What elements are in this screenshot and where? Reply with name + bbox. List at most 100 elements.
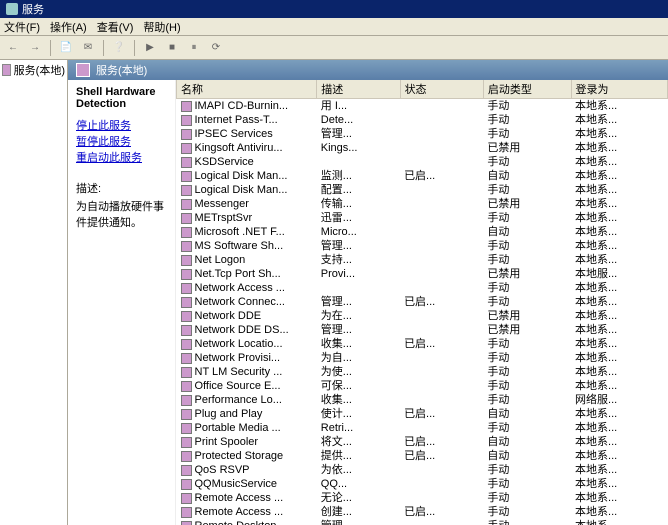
detail-panel: Shell Hardware Detection 停止此服务 暂停此服务 重启动… [68,80,176,525]
pause-icon[interactable]: ⏸ [185,39,203,57]
table-row[interactable]: Network DDE DS...管理...已禁用本地系... [177,323,668,337]
gear-icon [181,213,192,224]
gear-icon [181,493,192,504]
table-row[interactable]: IPSEC Services管理...手动本地系... [177,127,668,141]
table-row[interactable]: Portable Media ...Retri...手动本地系... [177,421,668,435]
service-list[interactable]: 名称 描述 状态 启动类型 登录为 IMAPI CD-Burnin...用 I.… [176,80,668,525]
restart-icon[interactable]: ⟳ [207,39,225,57]
gear-icon [181,171,192,182]
table-row[interactable]: Performance Lo...收集...手动网络服... [177,393,668,407]
table-row[interactable]: Remote Access ...创建...已启...手动本地系... [177,505,668,519]
table-row[interactable]: Logical Disk Man...配置...手动本地系... [177,183,668,197]
table-row[interactable]: Logical Disk Man...监测...已启...自动本地系... [177,169,668,183]
menu-action[interactable]: 操作(A) [50,19,87,35]
panel-title: 服务(本地) [96,62,147,78]
toolbar: ← → 📄 ✉ ❔ ▶ ■ ⏸ ⟳ [0,36,668,60]
col-logon[interactable]: 登录为 [571,80,667,99]
table-row[interactable]: Print Spooler将文...已启...自动本地系... [177,435,668,449]
tree-root-label: 服务(本地) [14,62,65,78]
table-row[interactable]: Kingsoft Antiviru...Kings...已禁用本地系... [177,141,668,155]
table-row[interactable]: KSDService手动本地系... [177,155,668,169]
services-icon [2,64,11,76]
table-row[interactable]: Internet Pass-T...Dete...手动本地系... [177,113,668,127]
stop-icon[interactable]: ■ [163,39,181,57]
gear-icon [181,283,192,294]
table-row[interactable]: Remote Access ...无论...手动本地系... [177,491,668,505]
gear-icon [181,157,192,168]
table-row[interactable]: Network Locatio...收集...已启...手动本地系... [177,337,668,351]
gear-icon [181,241,192,252]
restart-link[interactable]: 重启动此服务 [76,150,167,166]
window-title: 服务 [22,1,44,17]
separator [134,40,135,56]
gear-icon [181,115,192,126]
gear-icon [181,479,192,490]
gear-icon [181,129,192,140]
gear-icon [181,367,192,378]
description-text: 为自动播放硬件事件提供通知。 [76,198,167,230]
table-row[interactable]: Network Connec...管理...已启...手动本地系... [177,295,668,309]
stop-link[interactable]: 停止此服务 [76,118,167,134]
gear-icon [181,325,192,336]
gear-icon [181,451,192,462]
col-status[interactable]: 状态 [400,80,483,99]
gear-icon [181,297,192,308]
table-row[interactable]: QoS RSVP为依...手动本地系... [177,463,668,477]
table-row[interactable]: NT LM Security ...为使...手动本地系... [177,365,668,379]
gear-icon [181,339,192,350]
table-row[interactable]: QQMusicServiceQQ...手动本地系... [177,477,668,491]
table-row[interactable]: Plug and Play使计...已启...自动本地系... [177,407,668,421]
gear-icon [181,437,192,448]
gear-icon [181,409,192,420]
table-row[interactable]: Microsoft .NET F...Micro...自动本地系... [177,225,668,239]
gear-icon [181,269,192,280]
gear-icon [181,185,192,196]
table-row[interactable]: METrsptSvr迅雷...手动本地系... [177,211,668,225]
properties-icon[interactable]: ✉ [79,39,97,57]
title-bar: 服务 [0,0,668,18]
back-button[interactable]: ← [4,39,22,57]
gear-icon [181,465,192,476]
separator [103,40,104,56]
col-desc[interactable]: 描述 [317,80,400,99]
table-row[interactable]: MS Software Sh...管理...手动本地系... [177,239,668,253]
gear-icon [181,423,192,434]
table-row[interactable]: Messenger传输...已禁用本地系... [177,197,668,211]
table-row[interactable]: Network DDE为在...已禁用本地系... [177,309,668,323]
gear-icon [181,199,192,210]
table-row[interactable]: Remote Desktop...管理...手动本地系... [177,519,668,525]
separator [50,40,51,56]
pause-link[interactable]: 暂停此服务 [76,134,167,150]
services-icon [76,63,90,77]
gear-icon [181,521,192,525]
gear-icon [181,381,192,392]
gear-icon [181,227,192,238]
tree-root-item[interactable]: 服务(本地) [2,62,65,78]
table-row[interactable]: Net.Tcp Port Sh...Provi...已禁用本地服... [177,267,668,281]
gear-icon [181,507,192,518]
menu-bar: 文件(F) 操作(A) 查看(V) 帮助(H) [0,18,668,36]
tree-panel: 服务(本地) [0,60,68,525]
menu-help[interactable]: 帮助(H) [143,19,180,35]
menu-file[interactable]: 文件(F) [4,19,40,35]
help-icon[interactable]: ❔ [110,39,128,57]
panel-header: 服务(本地) [68,60,668,80]
menu-view[interactable]: 查看(V) [97,19,134,35]
table-row[interactable]: Network Access ...手动本地系... [177,281,668,295]
table-row[interactable]: Net Logon支持...手动本地系... [177,253,668,267]
col-startup[interactable]: 启动类型 [483,80,571,99]
table-row[interactable]: Network Provisi...为自...手动本地系... [177,351,668,365]
start-icon[interactable]: ▶ [141,39,159,57]
table-row[interactable]: Office Source E...可保...手动本地系... [177,379,668,393]
description-label: 描述: [76,180,167,196]
gear-icon [181,395,192,406]
table-row[interactable]: Protected Storage提供...已启...自动本地系... [177,449,668,463]
gear-icon [181,255,192,266]
gear-icon [181,101,192,112]
gear-icon [181,353,192,364]
col-name[interactable]: 名称 [177,80,317,99]
gear-icon [181,143,192,154]
table-row[interactable]: IMAPI CD-Burnin...用 I...手动本地系... [177,99,668,114]
forward-button[interactable]: → [26,39,44,57]
export-icon[interactable]: 📄 [57,39,75,57]
